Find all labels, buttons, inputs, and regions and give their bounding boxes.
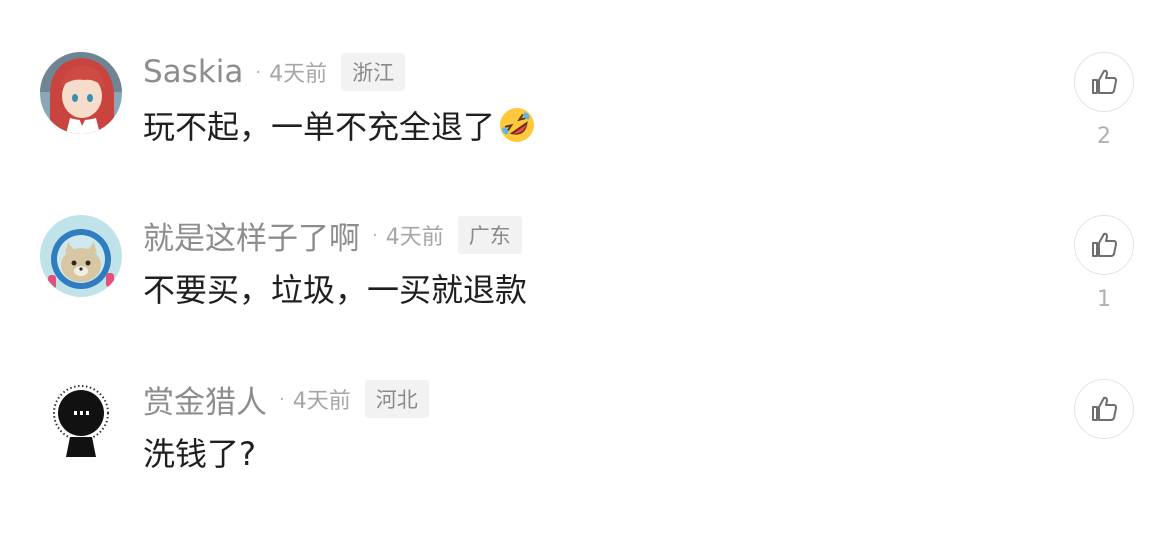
like-count: 1 <box>1097 287 1111 312</box>
region-badge: 河北 <box>364 380 429 418</box>
region-badge: 浙江 <box>341 53 406 91</box>
thumbs-up-icon <box>1092 69 1117 94</box>
comment-text-body: 不要买，垃圾，一买就退款 <box>143 271 528 309</box>
comment-text: 洗钱了? <box>143 429 256 475</box>
like-count: 2 <box>1097 124 1111 149</box>
like-button[interactable] <box>1074 215 1134 275</box>
username[interactable]: 就是这样子了啊 <box>143 213 360 258</box>
comment-item: 赏金猎人 · 4天前 河北 洗钱了? <box>0 379 1150 542</box>
separator-dot: · <box>255 61 262 83</box>
comment-text: 玩不起，一单不充全退了 <box>143 102 537 148</box>
comment-meta: 赏金猎人 · 4天前 河北 <box>143 377 429 422</box>
comment-item: Saskia · 4天前 浙江 玩不起，一单不充全退了 2 <box>0 52 1150 215</box>
comment-text-body: 洗钱了? <box>143 435 256 473</box>
like-button[interactable] <box>1074 52 1134 112</box>
thumbs-up-icon <box>1092 232 1117 257</box>
timestamp: 4天前 <box>269 62 328 87</box>
like-button[interactable] <box>1074 379 1134 439</box>
timestamp: 4天前 <box>292 389 351 414</box>
avatar[interactable] <box>40 52 122 134</box>
avatar[interactable] <box>40 379 122 461</box>
comment-item: 就是这样子了啊 · 4天前 广东 不要买，垃圾，一买就退款 1 <box>0 215 1150 378</box>
rolling-on-floor-laughing-emoji <box>497 105 537 145</box>
comment-meta: 就是这样子了啊 · 4天前 广东 <box>143 213 522 258</box>
comment-meta: Saskia · 4天前 浙江 <box>143 52 406 92</box>
comment-text-body: 玩不起，一单不充全退了 <box>143 108 496 146</box>
username[interactable]: 赏金猎人 <box>143 377 267 422</box>
avatar[interactable] <box>40 215 122 297</box>
timestamp: 4天前 <box>385 225 444 250</box>
username[interactable]: Saskia <box>143 54 243 90</box>
region-badge: 广东 <box>457 216 522 254</box>
thumbs-up-icon <box>1092 396 1117 421</box>
separator-dot: · <box>372 224 378 246</box>
comment-text: 不要买，垃圾，一买就退款 <box>143 265 527 311</box>
separator-dot: · <box>279 388 285 410</box>
